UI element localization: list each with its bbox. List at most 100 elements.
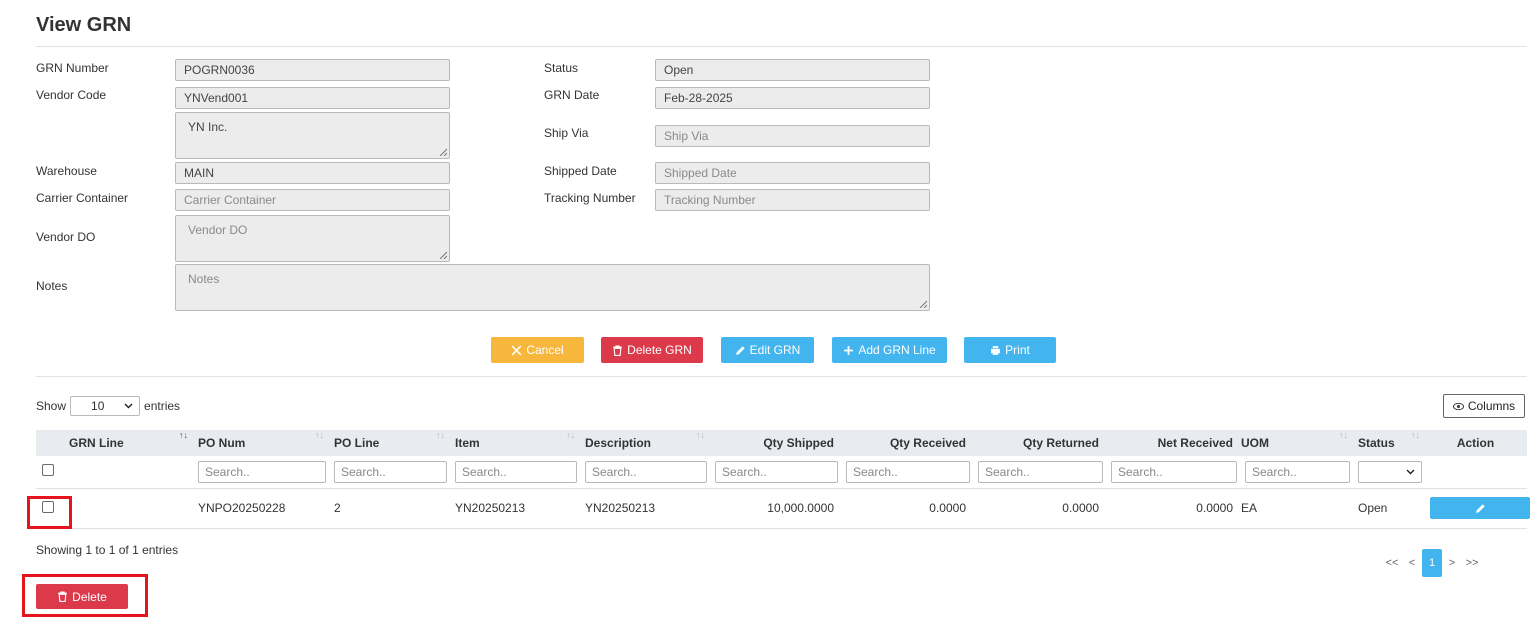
chevron-down-icon [124,403,133,409]
header-qty-received[interactable]: Qty Received [840,430,972,456]
pager-first[interactable]: << [1382,549,1402,577]
header-action-label: Action [1456,436,1495,450]
po-num-cell: YNPO20250228 [192,488,328,529]
close-icon [511,345,522,355]
resize-grip-icon[interactable] [919,300,927,308]
warehouse-field[interactable]: MAIN [175,162,450,184]
grn-line-cell [63,488,192,529]
header-po-num[interactable]: PO Num ↑↓ [192,430,328,456]
header-qty-shipped-label: Qty Shipped [763,436,834,450]
header-grn-line[interactable]: GRN Line ↑↓ [63,430,192,456]
ship-via-label: Ship Via [544,126,589,140]
table-header-row: GRN Line ↑↓ PO Num ↑↓ PO Line ↑↓ Item ↑↓ Des… [36,430,1527,456]
print-button-label: Print [1005,343,1030,357]
header-po-line-label: PO Line [334,436,380,450]
po-line-cell: 2 [328,488,449,529]
grn-number-field[interactable]: POGRN0036 [175,59,450,81]
filter-cell [1424,456,1527,489]
page-title: View GRN [36,14,132,36]
header-description[interactable]: Description ↑↓ [579,430,709,456]
header-po-line[interactable]: PO Line ↑↓ [328,430,449,456]
entries-select[interactable]: 10 [70,396,141,416]
header-po-num-label: PO Num [198,436,246,450]
grn-number-label: GRN Number [36,61,109,75]
net-received-search-input[interactable]: Search.. [1111,460,1237,483]
add-grn-line-button[interactable]: Add GRN Line [832,337,947,363]
grn-date-field[interactable]: Feb-28-2025 [655,87,930,109]
shipped-date-field[interactable]: Shipped Date [655,162,930,184]
entries-select-value: 10 [91,399,105,413]
pagination: << < 1 > >> [1382,549,1482,577]
pager-last[interactable]: >> [1462,549,1482,577]
qty-received-cell: 0.0000 [840,488,972,529]
pencil-icon [735,345,745,355]
filter-cell: Search.. [840,456,972,489]
plus-icon [844,345,854,355]
cancel-button[interactable]: Cancel [491,337,584,363]
shipped-date-label: Shipped Date [544,164,617,178]
select-all-checkbox[interactable] [42,464,54,477]
vendor-name-textarea[interactable]: YN Inc. [175,112,450,159]
title-divider [36,46,1527,47]
header-qty-returned[interactable]: Qty Returned [972,430,1105,456]
trash-icon [613,345,623,356]
filter-cell: Search.. [579,456,709,489]
page-length-control: Show 10 entries [36,396,180,416]
pager-next[interactable]: > [1442,549,1462,577]
edit-grn-button[interactable]: Edit GRN [721,337,814,363]
grn-date-label: GRN Date [544,88,600,102]
header-net-received[interactable]: Net Received [1105,430,1239,456]
header-qty-shipped[interactable]: Qty Shipped [709,430,840,456]
po-num-search-input[interactable]: Search.. [198,460,326,483]
status-filter-select[interactable] [1358,460,1422,483]
table-row: YNPO20250228 2 YN20250213 YN20250213 10,… [36,488,1530,529]
eye-icon [1452,402,1464,410]
header-status[interactable]: Status ↑↓ [1352,430,1424,456]
columns-button[interactable]: Columns [1443,394,1525,418]
uom-cell: EA [1239,488,1352,529]
tracking-number-label: Tracking Number [544,191,636,205]
edit-line-button[interactable] [1430,497,1530,519]
po-line-search-input[interactable]: Search.. [334,460,447,483]
carrier-container-field[interactable]: Carrier Container [175,189,450,211]
header-uom-label: UOM [1241,436,1269,450]
header-item[interactable]: Item ↑↓ [449,430,579,456]
qty-shipped-search-input[interactable]: Search.. [715,460,838,483]
description-search-input[interactable]: Search.. [585,460,707,483]
print-button[interactable]: Print [964,337,1056,363]
vendor-do-textarea[interactable]: Vendor DO [175,215,450,262]
net-received-cell: 0.0000 [1105,488,1239,529]
filter-cell: Search.. [328,456,449,489]
status-label: Status [544,61,579,75]
uom-search-input[interactable]: Search.. [1245,460,1350,483]
notes-textarea[interactable]: Notes [175,264,930,311]
qty-received-search-input[interactable]: Search.. [846,460,970,483]
action-cell [1424,488,1530,529]
status-field[interactable]: Open [655,59,930,81]
qty-returned-search-input[interactable]: Search.. [978,460,1103,483]
filter-cell: Search.. [192,456,328,489]
pencil-icon [1475,503,1485,513]
edit-grn-button-label: Edit GRN [749,343,801,357]
entries-label: entries [144,399,181,413]
delete-grn-button[interactable]: Delete GRN [601,337,703,363]
pager-prev[interactable]: < [1402,549,1422,577]
resize-grip-icon[interactable] [439,251,447,259]
filter-cell: Search.. [972,456,1105,489]
cancel-button-label: Cancel [526,343,564,357]
highlight-box-row-checkbox [27,496,72,529]
highlight-box-delete-button [22,574,148,617]
header-uom[interactable]: UOM ↑↓ [1239,430,1352,456]
header-action: Action [1424,430,1527,456]
ship-via-field[interactable]: Ship Via [655,125,930,147]
item-search-input[interactable]: Search.. [455,460,577,483]
resize-grip-icon[interactable] [439,148,447,156]
tracking-number-field[interactable]: Tracking Number [655,189,930,211]
notes-placeholder: Notes [188,272,220,286]
filter-row: Search.. Search.. Search.. Search.. Sear… [36,456,1527,489]
notes-label: Notes [36,279,68,293]
vendor-code-field[interactable]: YNVend001 [175,87,450,109]
pager-page-current[interactable]: 1 [1422,549,1442,577]
sort-icon: ↑↓ [696,430,705,440]
warehouse-label: Warehouse [36,164,97,178]
